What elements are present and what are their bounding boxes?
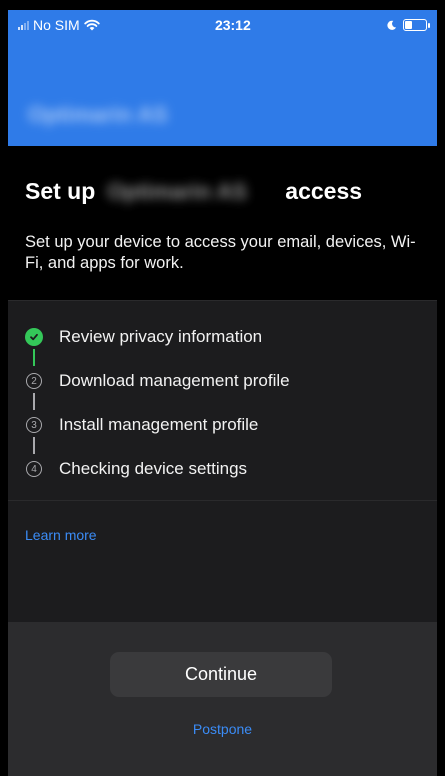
signal-icon bbox=[18, 20, 29, 30]
battery-fill bbox=[405, 21, 412, 29]
title-org-redacted: Optimarin AS bbox=[107, 178, 248, 204]
step-install-profile: 3 Install management profile bbox=[25, 413, 258, 437]
step-number-icon: 3 bbox=[25, 416, 43, 434]
postpone-link[interactable]: Postpone bbox=[8, 721, 437, 737]
hero-section: Set up Optimarin AS access Set up your d… bbox=[8, 146, 437, 300]
app-header: Optimarin AS bbox=[8, 40, 437, 146]
status-time: 23:12 bbox=[214, 17, 251, 33]
step-check-device: 4 Checking device settings bbox=[25, 457, 247, 481]
step-download-profile: 2 Download management profile bbox=[25, 369, 290, 393]
footer: Continue Postpone bbox=[8, 622, 437, 776]
title-suffix: access bbox=[285, 178, 363, 204]
step-connector bbox=[33, 437, 35, 454]
learn-more-link[interactable]: Learn more bbox=[25, 527, 97, 543]
page-subtitle: Set up your device to access your email,… bbox=[25, 233, 416, 272]
moon-icon bbox=[387, 20, 397, 30]
step-number-icon: 4 bbox=[25, 460, 43, 478]
carrier-label: No SIM bbox=[33, 17, 80, 33]
step-label: Review privacy information bbox=[59, 327, 263, 346]
learn-more-section: Learn more bbox=[8, 500, 437, 622]
title-prefix: Set up bbox=[25, 178, 96, 204]
step-connector bbox=[33, 393, 35, 410]
step-label: Download management profile bbox=[59, 371, 290, 390]
status-left: No SIM bbox=[18, 17, 100, 33]
step-review-privacy: Review privacy information bbox=[25, 325, 262, 349]
wifi-icon bbox=[83, 19, 100, 31]
org-name-redacted: Optimarin AS bbox=[28, 102, 168, 127]
setup-steps: Review privacy information 2 Download ma… bbox=[8, 300, 437, 500]
step-label: Checking device settings bbox=[59, 459, 248, 478]
step-number-icon: 2 bbox=[25, 372, 43, 390]
battery-icon bbox=[403, 19, 430, 31]
page-title: Set up Optimarin AS access bbox=[25, 178, 362, 205]
continue-button[interactable]: Continue bbox=[110, 652, 332, 697]
status-bar: No SIM 23:12 bbox=[8, 10, 437, 40]
step-connector-completed bbox=[33, 349, 35, 366]
status-right bbox=[386, 19, 430, 31]
step-label: Install management profile bbox=[59, 415, 259, 434]
check-circle-icon bbox=[25, 328, 43, 346]
